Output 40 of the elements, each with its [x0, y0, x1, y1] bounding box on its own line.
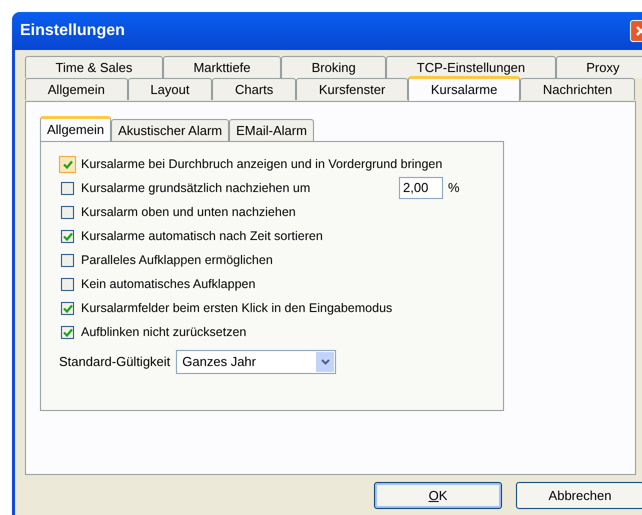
- checkbox[interactable]: [61, 206, 74, 218]
- checkbox[interactable]: [61, 230, 74, 242]
- tab[interactable]: EMail-Alarm: [229, 119, 314, 141]
- checkmark-icon: [62, 328, 72, 336]
- unit-label: %: [448, 179, 460, 198]
- tab[interactable]: TCP-Einstellungen: [386, 56, 556, 78]
- checkbox[interactable]: [61, 302, 74, 314]
- tab[interactable]: Proxy: [556, 56, 642, 78]
- checkbox-label: Paralleles Aufklappen ermöglichen: [81, 252, 274, 269]
- tab[interactable]: Charts: [212, 78, 296, 100]
- tab[interactable]: Allgemein: [25, 78, 128, 100]
- tab[interactable]: Kursalarme: [408, 76, 520, 101]
- checkbox-label: Kursalarme automatisch nach Zeit sortieren: [81, 228, 324, 245]
- window-title: Einstellungen: [20, 21, 126, 41]
- checkbox[interactable]: [61, 182, 74, 194]
- checkbox[interactable]: [61, 326, 74, 338]
- tab[interactable]: Kursfenster: [296, 78, 408, 100]
- amount-field[interactable]: 2,00: [399, 177, 443, 199]
- checkmark-icon: [62, 160, 72, 168]
- dialog-button[interactable]: Abbrechen: [516, 482, 642, 509]
- checkbox-label: Kursalarmfelder beim ersten Klick in den Eingabemodus: [81, 300, 394, 317]
- tab[interactable]: Akustischer Alarm: [111, 119, 230, 141]
- tab[interactable]: Broking: [281, 56, 386, 78]
- checkbox[interactable]: [61, 254, 74, 266]
- checkbox-label: Aufblinken nicht zurücksetzen: [81, 324, 248, 341]
- dialog-button[interactable]: OK: [374, 482, 502, 509]
- field-label: Standard-Gültigkeit: [59, 353, 170, 372]
- tab[interactable]: Nachrichten: [520, 78, 636, 100]
- validity-dropdown[interactable]: Ganzes Jahr: [176, 350, 336, 374]
- checkmark-icon: [62, 232, 72, 240]
- checkbox[interactable]: [61, 278, 74, 290]
- tab[interactable]: Layout: [128, 78, 212, 100]
- checkbox-label: Kursalarme bei Durchbruch anzeigen und in Vordergrund bringen: [81, 156, 442, 173]
- checkmark-icon: [62, 304, 72, 312]
- tab[interactable]: Allgemein: [40, 116, 112, 141]
- tab[interactable]: Markttiefe: [162, 56, 282, 78]
- tab[interactable]: Time & Sales: [25, 56, 163, 78]
- checkbox-label: Kursalarm oben und unten nachziehen: [81, 204, 297, 221]
- checkbox-label: Kursalarme grundsätzlich nachziehen um: [81, 180, 312, 197]
- checkbox-label: Kein automatisches Aufklappen: [81, 276, 256, 293]
